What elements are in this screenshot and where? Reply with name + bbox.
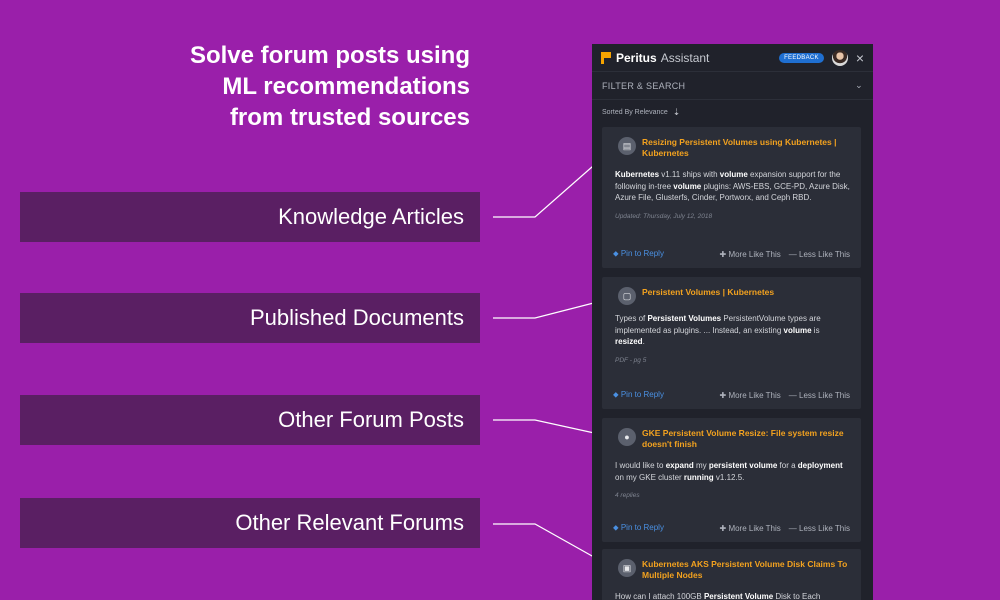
less-like-this-button[interactable]: — Less Like This [789, 250, 850, 259]
more-like-this-button[interactable]: ✚ More Like This [720, 391, 781, 400]
result-meta: 4 replies [615, 492, 640, 499]
less-like-this-button[interactable]: — Less Like This [789, 524, 850, 533]
brand-name: Peritus [616, 50, 657, 65]
filter-search-toggle[interactable]: FILTER & SEARCH ⌄ [592, 72, 873, 100]
pin-to-reply-button[interactable]: ⬥ Pin to Reply [613, 523, 664, 533]
book-icon: ▤ [618, 137, 636, 155]
filter-search-label: FILTER & SEARCH [602, 80, 686, 91]
peritus-logo-icon [601, 51, 611, 64]
pin-to-reply-button[interactable]: ⬥ Pin to Reply [613, 390, 664, 400]
result-card: ▤ Resizing Persistent Volumes using Kube… [602, 127, 861, 268]
panel-title: Assistant [660, 50, 710, 65]
forum-icon: ▣ [618, 559, 636, 577]
avatar[interactable] [831, 49, 848, 66]
result-card: ● GKE Persistent Volume Resize: File sys… [602, 418, 861, 542]
result-meta: Updated: Thursday, July 12, 2018 [615, 212, 713, 220]
result-card: ▣ Kubernetes AKS Persistent Volume Disk … [602, 549, 861, 600]
more-like-this-button[interactable]: ✚ More Like This [720, 524, 781, 533]
panel-header: Peritus Assistant FEEDBACK × [592, 44, 873, 72]
less-like-this-button[interactable]: — Less Like This [789, 391, 850, 400]
pin-to-reply-button[interactable]: ⬥ Pin to Reply [613, 249, 664, 259]
result-meta: PDF - pg 5 [615, 356, 647, 364]
result-card: ▢ Persistent Volumes | Kubernetes Types … [602, 277, 861, 409]
chevron-down-icon: ⌄ [855, 80, 863, 90]
card-actions: ⬥ Pin to Reply ✚ More Like This — Less L… [602, 240, 861, 268]
result-snippet: I would like to expand my persistent vol… [615, 461, 843, 482]
feedback-button[interactable]: FEEDBACK [779, 52, 824, 63]
sort-icon: ⇣ [672, 106, 681, 117]
close-icon[interactable]: × [856, 51, 864, 65]
result-snippet: Types of Persistent Volumes PersistentVo… [615, 314, 821, 346]
card-actions: ⬥ Pin to Reply ✚ More Like This — Less L… [602, 514, 861, 542]
result-title-link[interactable]: Kubernetes AKS Persistent Volume Disk Cl… [642, 559, 851, 581]
document-icon: ▢ [618, 287, 636, 305]
result-snippet: Kubernetes v1.11 ships with volume expan… [615, 170, 850, 202]
assistant-panel: Peritus Assistant FEEDBACK × FILTER & SE… [592, 44, 873, 600]
sort-control[interactable]: Sorted By Relevance ⇣ [592, 100, 873, 124]
card-actions: ⬥ Pin to Reply ✚ More Like This — Less L… [602, 381, 861, 409]
result-title-link[interactable]: Resizing Persistent Volumes using Kubern… [642, 137, 851, 159]
sort-label: Sorted By Relevance [602, 108, 668, 116]
result-title-link[interactable]: Persistent Volumes | Kubernetes [642, 287, 851, 298]
result-title-link[interactable]: GKE Persistent Volume Resize: File syste… [642, 428, 851, 450]
more-like-this-button[interactable]: ✚ More Like This [720, 250, 781, 259]
result-snippet: How can I attach 100GB Persistent Volume… [615, 592, 821, 600]
chat-bubble-icon: ● [618, 428, 636, 446]
